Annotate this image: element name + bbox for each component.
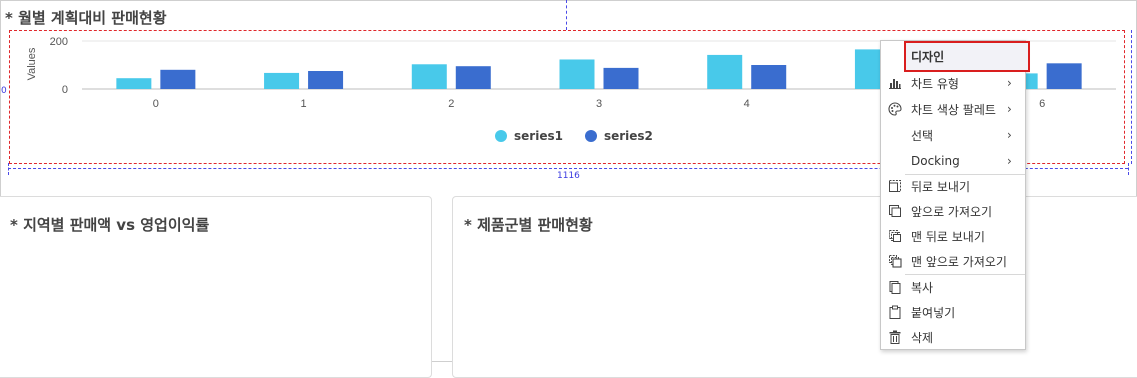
menu-label-chart-type: 차트 유형 <box>911 76 959 91</box>
y-tick-label: 200 <box>50 36 68 48</box>
chevron-right-icon: › <box>1007 76 1012 90</box>
paste-icon <box>887 304 903 320</box>
legend-marker-series2 <box>584 130 597 142</box>
product-sales-title: * 제품군별 판매현황 <box>464 216 593 234</box>
legend-marker-series1 <box>495 130 507 142</box>
menu-label-design: 디자인 <box>911 49 945 64</box>
menu-item-chart-palette[interactable]: 차트 색상 팔레트 › <box>881 97 1025 121</box>
menu-item-bring-to-front[interactable]: 맨 앞으로 가져오기 <box>881 249 1025 273</box>
bring-to-front-icon <box>887 253 903 269</box>
bar-series2-6[interactable] <box>1046 63 1082 89</box>
menu-label-delete: 삭제 <box>911 330 934 345</box>
bar-chart-icon <box>887 75 903 91</box>
chevron-right-icon: › <box>1007 128 1012 142</box>
menu-item-bring-forward[interactable]: 앞으로 가져오기 <box>881 199 1025 223</box>
bar-series1-4[interactable] <box>707 54 743 89</box>
bar-series1-1[interactable] <box>264 72 300 89</box>
menu-label-paste: 붙여넣기 <box>911 305 956 320</box>
product-sales-widget[interactable]: * 제품군별 판매현황 <box>452 196 1137 378</box>
copy-icon <box>887 279 903 295</box>
bar-series1-2[interactable] <box>411 64 447 89</box>
palette-icon <box>887 101 903 117</box>
legend-label-series1: series1 <box>514 129 563 143</box>
bar-series2-3[interactable] <box>603 67 639 89</box>
context-menu: 디자인 차트 유형 › 차트 색상 팔레트 › 선택 › Docking › 뒤… <box>880 40 1030 350</box>
menu-label-bring-to-front: 맨 앞으로 가져오기 <box>911 254 1007 269</box>
menu-label-docking: Docking <box>911 154 960 168</box>
x-tick-label: 1 <box>301 98 307 110</box>
x-tick-label: 4 <box>744 98 750 110</box>
menu-label-select: 선택 <box>911 128 934 143</box>
bar-series1-3[interactable] <box>559 59 595 89</box>
chevron-right-icon: › <box>1007 102 1012 116</box>
region-sales-title: * 지역별 판매액 vs 영업이익률 <box>10 216 210 234</box>
bar-series2-0[interactable] <box>160 69 196 89</box>
send-backward-icon <box>887 178 903 194</box>
legend-item-series2[interactable]: series2 <box>584 129 653 143</box>
legend-label-series2: series2 <box>603 129 653 143</box>
menu-item-send-to-back[interactable]: 맨 뒤로 보내기 <box>881 224 1025 248</box>
menu-label-copy: 복사 <box>911 280 934 295</box>
chart-legend: series1 series2 <box>495 129 675 143</box>
chevron-right-icon: › <box>1007 154 1012 168</box>
menu-item-docking[interactable]: Docking › <box>881 149 1025 173</box>
y-tick-label: 0 <box>62 84 68 96</box>
menu-label-bring-forward: 앞으로 가져오기 <box>911 204 993 219</box>
menu-label-chart-palette: 차트 색상 팔레트 <box>911 102 996 117</box>
x-tick-label: 0 <box>153 98 159 110</box>
menu-item-delete[interactable]: 삭제 <box>881 325 1025 349</box>
legend-item-series1[interactable]: series1 <box>495 129 563 143</box>
bar-series2-4[interactable] <box>751 65 787 89</box>
menu-item-design[interactable]: 디자인 <box>881 44 1025 68</box>
bar-series1-0[interactable] <box>116 78 152 89</box>
bring-forward-icon <box>887 203 903 219</box>
bar-series2-1[interactable] <box>308 71 344 89</box>
bar-series2-2[interactable] <box>455 66 491 89</box>
menu-label-send-backward: 뒤로 보내기 <box>911 179 971 194</box>
menu-label-send-to-back: 맨 뒤로 보내기 <box>911 229 985 244</box>
menu-item-paste[interactable]: 붙여넣기 <box>881 300 1025 324</box>
region-sales-widget[interactable]: * 지역별 판매액 vs 영업이익률 <box>0 196 432 378</box>
trash-icon <box>887 329 903 345</box>
menu-item-select[interactable]: 선택 › <box>881 123 1025 147</box>
menu-item-send-backward[interactable]: 뒤로 보내기 <box>881 174 1025 198</box>
menu-item-copy[interactable]: 복사 <box>881 275 1025 299</box>
menu-item-chart-type[interactable]: 차트 유형 › <box>881 71 1025 95</box>
x-tick-label: 2 <box>448 98 454 110</box>
y-axis-label: Values <box>26 47 38 80</box>
x-tick-label: 3 <box>596 98 602 110</box>
x-tick-label: 6 <box>1039 98 1045 110</box>
send-to-back-icon <box>887 228 903 244</box>
